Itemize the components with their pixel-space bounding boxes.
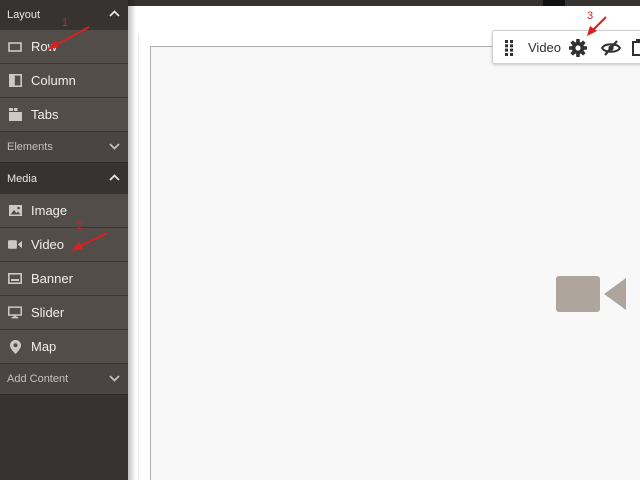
- chevron-up-icon: [109, 173, 120, 183]
- map-pin-icon: [8, 339, 22, 354]
- hide-eye-icon[interactable]: [601, 39, 621, 57]
- group-header-media[interactable]: Media: [0, 164, 128, 193]
- drag-handle-icon[interactable]: [505, 40, 513, 56]
- sidebar-item-label: Column: [31, 73, 76, 88]
- video-camera-icon: [556, 276, 626, 312]
- sidebar-item-label: Row: [31, 39, 58, 54]
- video-camera-icon: [8, 238, 22, 252]
- chevron-down-icon: [109, 143, 120, 152]
- chevron-down-icon: [109, 375, 120, 384]
- sidebar-item-label: Slider: [31, 305, 65, 320]
- video-toolbar: Video: [492, 30, 640, 64]
- annotation-number: 3: [587, 10, 594, 22]
- group-label: Elements: [7, 141, 53, 153]
- annotation-number: 1: [62, 17, 69, 29]
- banner-icon: [8, 272, 22, 286]
- sidebar-item-video[interactable]: Video: [0, 228, 128, 262]
- sidebar-item-row[interactable]: Row: [0, 30, 128, 64]
- sidebar-shadow: [128, 0, 136, 480]
- sidebar-item-image[interactable]: Image: [0, 194, 128, 228]
- duplicate-icon[interactable]: [631, 39, 640, 57]
- sidebar-item-label: Tabs: [31, 107, 59, 122]
- sidebar-item-map[interactable]: Map: [0, 330, 128, 364]
- top-bar-segment: [543, 0, 565, 6]
- sidebar-item-label: Banner: [31, 271, 73, 286]
- row-icon: [8, 40, 22, 54]
- tabs-icon: [8, 108, 22, 122]
- chevron-up-icon: [109, 9, 120, 19]
- group-label: Media: [7, 172, 37, 185]
- video-placeholder[interactable]: [150, 46, 640, 480]
- group-label: Add Content: [7, 373, 69, 385]
- column-icon: [8, 74, 22, 88]
- sidebar-item-label: Video: [31, 237, 65, 252]
- gear-icon[interactable]: [569, 39, 587, 57]
- group-label: Layout: [7, 8, 41, 21]
- sidebar-item-slider[interactable]: Slider: [0, 296, 128, 330]
- group-header-add-content[interactable]: Add Content: [0, 364, 128, 395]
- sidebar-item-label: Image: [31, 203, 68, 218]
- sidebar-panel: Layout Row Column Tabs Elements Media Im…: [0, 0, 128, 480]
- sidebar-item-label: Map: [31, 339, 57, 354]
- sidebar-item-column[interactable]: Column: [0, 64, 128, 98]
- annotation-number: 2: [77, 220, 84, 232]
- sidebar-item-banner[interactable]: Banner: [0, 262, 128, 296]
- image-icon: [8, 204, 22, 218]
- slider-icon: [8, 306, 22, 320]
- sidebar-item-tabs[interactable]: Tabs: [0, 98, 128, 132]
- group-header-elements[interactable]: Elements: [0, 132, 128, 163]
- toolbar-label: Video: [528, 40, 562, 55]
